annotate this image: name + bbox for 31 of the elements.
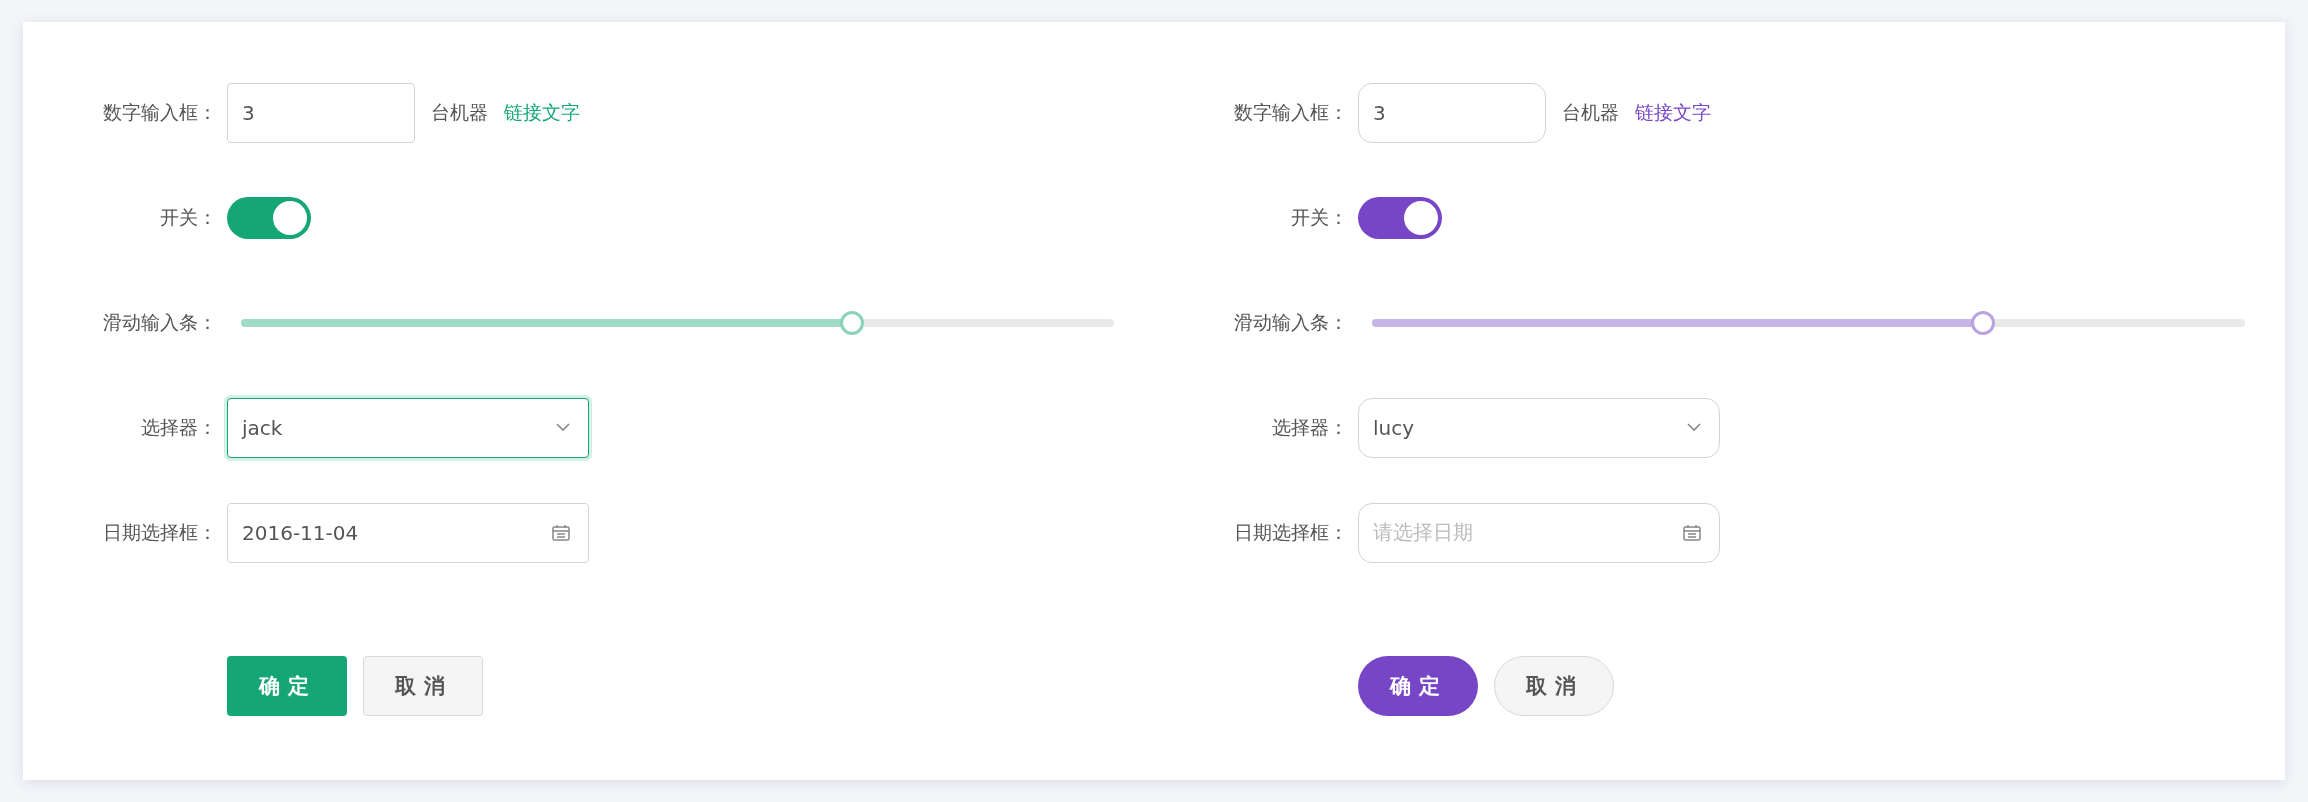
field-label: 日期选择框： xyxy=(1233,519,1348,545)
field-label: 数字输入框： xyxy=(102,99,217,125)
field-label: 数字输入框： xyxy=(1233,99,1348,125)
cancel-button[interactable]: 取消 xyxy=(1494,655,1614,716)
chevron-down-icon xyxy=(556,423,570,432)
unit-text: 台机器 xyxy=(1562,99,1619,125)
number-input[interactable]: 3 xyxy=(1358,82,1546,143)
slider-thumb[interactable] xyxy=(1971,310,1996,335)
toggle-switch[interactable] xyxy=(227,196,311,239)
slider-track[interactable] xyxy=(1372,310,2245,335)
field-label: 滑动输入条： xyxy=(102,309,217,335)
confirm-button[interactable]: 确定 xyxy=(1358,655,1478,716)
calendar-icon xyxy=(552,524,570,541)
select-field[interactable]: lucy xyxy=(1358,397,1720,458)
field-label: 滑动输入条： xyxy=(1233,309,1348,335)
field-label: 开关： xyxy=(1290,204,1348,230)
toggle-switch[interactable] xyxy=(1358,196,1442,239)
field-label: 日期选择框： xyxy=(102,519,217,545)
select-field[interactable]: jack xyxy=(227,397,589,458)
slider-track[interactable] xyxy=(241,310,1114,335)
calendar-icon xyxy=(1683,524,1701,541)
number-input[interactable]: 3 xyxy=(227,82,415,143)
cancel-button[interactable]: 取消 xyxy=(363,655,483,716)
field-label: 选择器： xyxy=(1271,414,1348,440)
unit-text: 台机器 xyxy=(431,99,488,125)
slider-thumb[interactable] xyxy=(840,310,865,335)
text-link[interactable]: 链接文字 xyxy=(1635,99,1711,126)
field-label: 开关： xyxy=(159,204,217,230)
date-field[interactable]: 2016-11-04 xyxy=(227,502,589,563)
field-label: 选择器： xyxy=(140,414,217,440)
chevron-down-icon xyxy=(1687,423,1701,432)
